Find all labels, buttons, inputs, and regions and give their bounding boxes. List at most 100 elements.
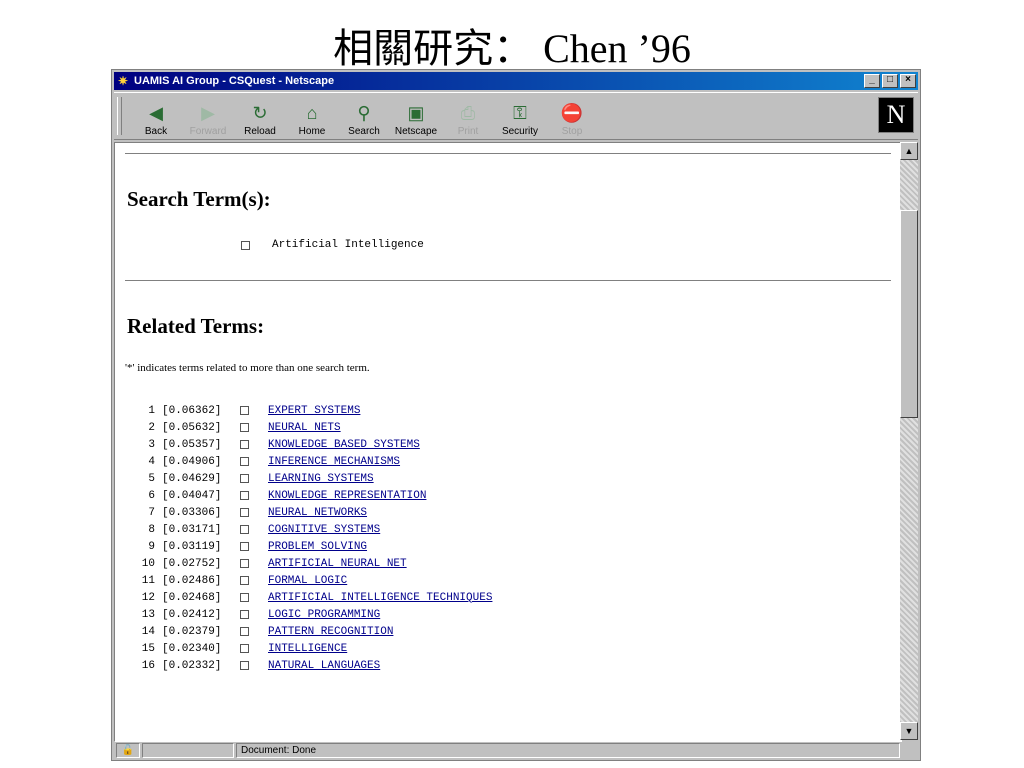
netscape-app-icon: ✷ bbox=[117, 74, 129, 88]
term-link[interactable]: PROBLEM SOLVING bbox=[268, 541, 367, 553]
term-number: 11 bbox=[141, 574, 155, 587]
term-link[interactable]: ARTIFICIAL INTELLIGENCE TECHNIQUES bbox=[268, 592, 492, 604]
term-checkbox[interactable] bbox=[240, 474, 249, 483]
scroll-thumb[interactable] bbox=[900, 210, 918, 418]
toolbar-button-label: Print bbox=[457, 126, 479, 137]
term-checkbox[interactable] bbox=[240, 593, 249, 602]
toolbar-button-label: Home bbox=[298, 126, 326, 137]
list-item: 16 [0.02332] NATURAL LANGUAGES bbox=[125, 657, 492, 674]
term-checkbox[interactable] bbox=[240, 406, 249, 415]
back-button[interactable]: ◀ Back bbox=[132, 97, 180, 137]
scroll-up-button[interactable]: ▲ bbox=[900, 142, 918, 160]
forward-button[interactable]: ▶ Forward bbox=[184, 97, 232, 137]
term-score: [0.03306] bbox=[162, 506, 222, 519]
list-item: 15 [0.02340] INTELLIGENCE bbox=[125, 640, 492, 657]
toolbar-grip[interactable] bbox=[117, 97, 122, 135]
scroll-down-button[interactable]: ▼ bbox=[900, 722, 918, 740]
search-term-label: Artificial Intelligence bbox=[272, 239, 424, 251]
term-number: 15 bbox=[141, 642, 155, 655]
home-button[interactable]: ⌂ Home bbox=[288, 97, 336, 137]
close-button[interactable]: × bbox=[900, 74, 916, 88]
toolbar-button-label: Reload bbox=[244, 126, 276, 137]
list-item: 8 [0.03171] COGNITIVE SYSTEMS bbox=[125, 521, 492, 538]
term-checkbox[interactable] bbox=[240, 440, 249, 449]
term-link[interactable]: LEARNING SYSTEMS bbox=[268, 473, 374, 485]
term-link[interactable]: LOGIC PROGRAMMING bbox=[268, 609, 380, 621]
term-checkbox[interactable] bbox=[240, 644, 249, 653]
term-number: 1 bbox=[148, 404, 155, 417]
term-link[interactable]: NEURAL NETS bbox=[268, 422, 341, 434]
netscape-icon: ▣ bbox=[407, 103, 425, 123]
term-link[interactable]: KNOWLEDGE REPRESENTATION bbox=[268, 490, 426, 502]
term-score: [0.02486] bbox=[162, 574, 222, 587]
term-number: 2 bbox=[148, 421, 155, 434]
term-checkbox[interactable] bbox=[240, 491, 249, 500]
print-button[interactable]: ⎙ Print bbox=[444, 97, 492, 137]
list-item: 11 [0.02486] FORMAL LOGIC bbox=[125, 572, 492, 589]
term-checkbox[interactable] bbox=[240, 610, 249, 619]
security-lock-icon[interactable]: 🔓 bbox=[116, 743, 140, 758]
toolbar-button-label: Security bbox=[501, 126, 539, 137]
term-checkbox[interactable] bbox=[240, 661, 249, 670]
slide-title: 相關研究： Chen ’96 bbox=[333, 26, 691, 71]
title-bar[interactable]: ✷ UAMIS AI Group - CSQuest - Netscape _ … bbox=[114, 72, 918, 90]
term-number: 7 bbox=[148, 506, 155, 519]
term-number: 5 bbox=[148, 472, 155, 485]
term-checkbox[interactable] bbox=[240, 576, 249, 585]
term-link[interactable]: KNOWLEDGE BASED SYSTEMS bbox=[268, 439, 420, 451]
reload-icon: ↻ bbox=[252, 103, 268, 123]
term-link[interactable]: FORMAL LOGIC bbox=[268, 575, 347, 587]
search-button[interactable]: ⚲ Search bbox=[340, 97, 388, 137]
term-checkbox[interactable] bbox=[240, 525, 249, 534]
term-checkbox[interactable] bbox=[240, 627, 249, 636]
list-item: 2 [0.05632] NEURAL NETS bbox=[125, 419, 492, 436]
term-number: 10 bbox=[141, 557, 155, 570]
toolbar-button-label: Search bbox=[348, 126, 380, 137]
term-link[interactable]: COGNITIVE SYSTEMS bbox=[268, 524, 380, 536]
term-link[interactable]: INTELLIGENCE bbox=[268, 643, 347, 655]
term-link[interactable]: NEURAL NETWORKS bbox=[268, 507, 367, 519]
list-item: 1 [0.06362] EXPERT SYSTEMS bbox=[125, 402, 492, 419]
back-arrow-icon: ◀ bbox=[149, 103, 163, 123]
vertical-scrollbar[interactable]: ▲ ▼ bbox=[900, 142, 918, 740]
netscape-logo[interactable]: N bbox=[878, 97, 914, 133]
maximize-button[interactable]: □ bbox=[882, 74, 898, 88]
term-link[interactable]: INFERENCE MECHANISMS bbox=[268, 456, 400, 468]
security-button[interactable]: ⚿ Security bbox=[496, 97, 544, 137]
list-item: 3 [0.05357] KNOWLEDGE BASED SYSTEMS bbox=[125, 436, 492, 453]
term-score: [0.04629] bbox=[162, 472, 222, 485]
term-link[interactable]: NATURAL LANGUAGES bbox=[268, 660, 380, 672]
navigation-toolbar: ◀ Back ▶ Forward ↻ Reload ⌂ Home ⚲ Search ▣ Netscap… bbox=[114, 92, 918, 140]
related-note: '*' indicates terms related to more than… bbox=[125, 362, 370, 374]
term-checkbox[interactable] bbox=[240, 423, 249, 432]
term-link[interactable]: EXPERT SYSTEMS bbox=[268, 405, 360, 417]
divider bbox=[125, 280, 891, 282]
term-link[interactable]: PATTERN RECOGNITION bbox=[268, 626, 393, 638]
print-icon: ⎙ bbox=[460, 103, 476, 123]
netscape-button[interactable]: ▣ Netscape bbox=[392, 97, 440, 137]
toolbar-button-label: Stop bbox=[561, 126, 583, 137]
term-number: 9 bbox=[148, 540, 155, 553]
forward-arrow-icon: ▶ bbox=[201, 103, 215, 123]
status-text: Document: Done bbox=[236, 743, 900, 758]
list-item: 6 [0.04047] KNOWLEDGE REPRESENTATION bbox=[125, 487, 492, 504]
term-link[interactable]: ARTIFICIAL NEURAL NET bbox=[268, 558, 407, 570]
term-checkbox[interactable] bbox=[240, 542, 249, 551]
term-checkbox[interactable] bbox=[240, 559, 249, 568]
list-item: 7 [0.03306] NEURAL NETWORKS bbox=[125, 504, 492, 521]
reload-button[interactable]: ↻ Reload bbox=[236, 97, 284, 137]
browser-window: ✷ UAMIS AI Group - CSQuest - Netscape _ … bbox=[111, 69, 921, 761]
term-number: 4 bbox=[148, 455, 155, 468]
term-checkbox[interactable] bbox=[240, 457, 249, 466]
minimize-button[interactable]: _ bbox=[864, 74, 880, 88]
stop-button[interactable]: ⛔ Stop bbox=[548, 97, 596, 137]
list-item: 4 [0.04906] INFERENCE MECHANISMS bbox=[125, 453, 492, 470]
term-score: [0.04906] bbox=[162, 455, 222, 468]
search-term-checkbox[interactable] bbox=[241, 240, 250, 250]
term-number: 3 bbox=[148, 438, 155, 451]
term-score: [0.02412] bbox=[162, 608, 222, 621]
page-content: Search Term(s): Artificial Intelligence … bbox=[114, 142, 902, 742]
search-icon: ⚲ bbox=[357, 103, 371, 123]
term-score: [0.03119] bbox=[162, 540, 222, 553]
term-checkbox[interactable] bbox=[240, 508, 249, 517]
